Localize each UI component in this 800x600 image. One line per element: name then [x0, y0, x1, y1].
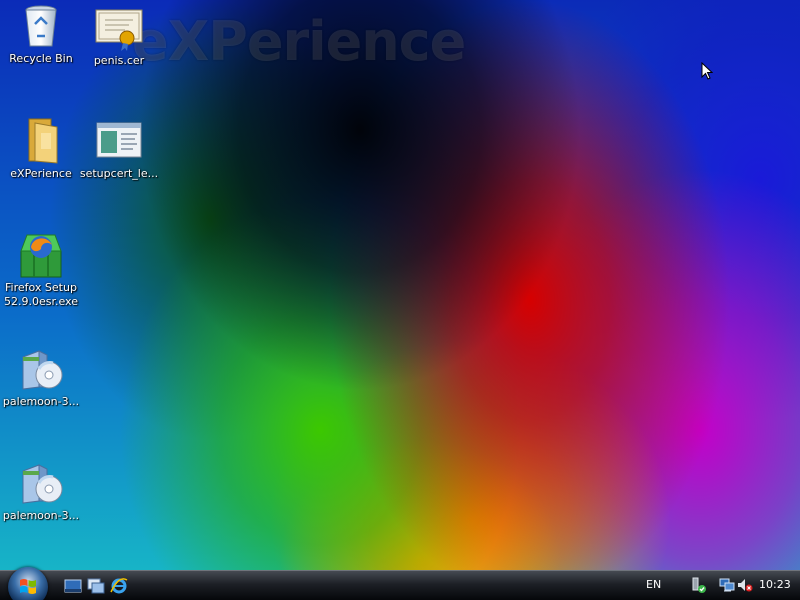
internet-explorer-button[interactable] — [110, 577, 128, 595]
desktop[interactable]: eXPerience Recycle Bin penis.cer eXPerie… — [0, 0, 800, 570]
icon-label: penis.cer — [93, 54, 145, 67]
desktop-icon-palemoon-1[interactable]: palemoon-3... — [0, 345, 82, 409]
firefox-installer-icon — [17, 231, 65, 279]
wallpaper-watermark: eXPerience — [132, 10, 466, 73]
show-desktop-icon — [64, 579, 82, 593]
safely-remove-hardware-icon — [692, 577, 706, 593]
installer-box-icon — [17, 459, 65, 507]
volume-muted-icon — [738, 579, 753, 592]
folder-icon — [17, 117, 65, 165]
volume-button[interactable] — [737, 577, 753, 593]
icon-label: eXPerience — [10, 167, 72, 180]
show-desktop-button[interactable] — [64, 577, 82, 595]
desktop-icon-setupcert[interactable]: setupcert_le... — [78, 117, 160, 181]
windows-start-orb-icon — [20, 579, 36, 594]
icon-label-line-2: 52.9.0esr.exe — [3, 295, 78, 308]
taskbar: EN 10:23 — [0, 567, 800, 600]
recycle-bin-icon — [17, 2, 65, 50]
switch-windows-icon — [87, 578, 105, 594]
switch-windows-button[interactable] — [87, 577, 105, 595]
desktop-icon-firefox-setup[interactable]: Firefox Setup 52.9.0esr.exe — [0, 231, 82, 309]
desktop-icon-palemoon-2[interactable]: palemoon-3... — [0, 459, 82, 523]
clock[interactable]: 10:23 — [759, 578, 791, 591]
icon-label: Recycle Bin — [9, 52, 73, 65]
network-button[interactable] — [719, 577, 735, 593]
mouse-cursor-icon — [701, 62, 713, 80]
icon-label: palemoon-3... — [2, 395, 80, 408]
network-icon — [719, 578, 735, 592]
icon-label: setupcert_le... — [79, 167, 159, 180]
start-button[interactable] — [8, 567, 48, 600]
icon-label-line-1: Firefox Setup — [5, 281, 77, 294]
safely-remove-hardware-button[interactable] — [691, 577, 707, 593]
installer-box-icon — [17, 345, 65, 393]
desktop-icon-experience-folder[interactable]: eXPerience — [0, 117, 82, 181]
desktop-icon-recycle-bin[interactable]: Recycle Bin — [0, 2, 82, 66]
application-window-icon — [95, 117, 143, 165]
icon-label: palemoon-3... — [2, 509, 80, 522]
internet-explorer-icon — [110, 578, 128, 594]
language-indicator[interactable]: EN — [646, 578, 661, 591]
desktop-icon-certificate[interactable]: penis.cer — [78, 4, 160, 68]
certificate-icon — [95, 4, 143, 52]
